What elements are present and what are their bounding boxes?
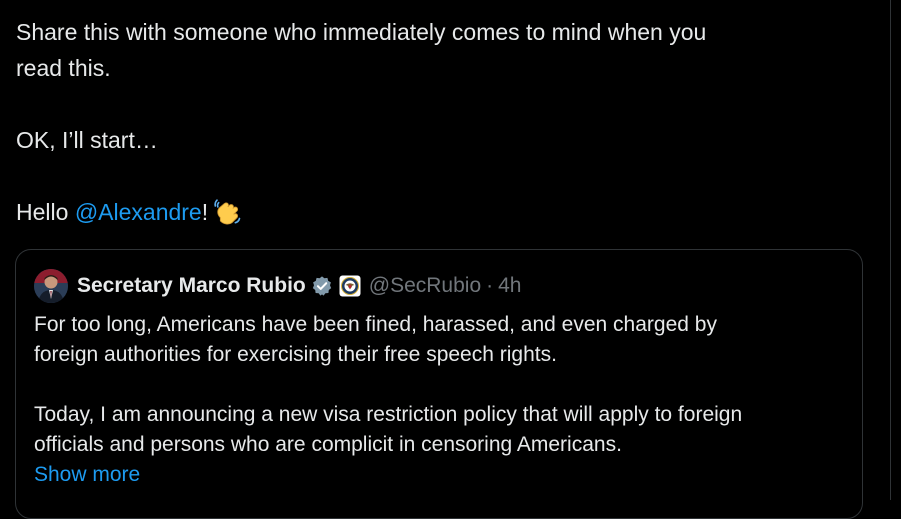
post-line: read this. (16, 55, 111, 81)
post-line: Share this with someone who immediately … (16, 19, 707, 45)
avatar[interactable] (34, 269, 68, 303)
mention-link[interactable]: @Alexandre (75, 199, 202, 225)
quote-line: Today, I am announcing a new visa restri… (34, 403, 743, 426)
post-text: Share this with someone who immediately … (16, 14, 876, 230)
show-more-link[interactable]: Show more (34, 460, 844, 490)
quote-line: officials and persons who are complicit … (34, 433, 622, 456)
author-handle[interactable]: @SecRubio (369, 274, 481, 298)
post-timestamp[interactable]: 4h (498, 274, 521, 298)
author-name[interactable]: Secretary Marco Rubio (77, 274, 306, 298)
waving-hand-icon (214, 199, 241, 225)
exclamation-text: ! (201, 199, 209, 225)
separator-dot: · (486, 274, 494, 297)
quoted-post-body: For too long, Americans have been fined,… (34, 310, 844, 490)
post-line: OK, I’ll start… (16, 127, 158, 153)
post-greeting: Hello @Alexandre! (16, 194, 876, 230)
person-avatar-icon (34, 269, 68, 303)
verified-badge-icon[interactable] (311, 275, 333, 297)
greeting-text: Hello (16, 199, 75, 225)
state-department-seal-icon[interactable] (339, 275, 361, 297)
quote-line: For too long, Americans have been fined,… (34, 313, 717, 336)
quote-line: foreign authorities for exercising their… (34, 343, 557, 366)
quoted-post-card[interactable]: Secretary Marco Rubio @SecRubio · 4h For… (15, 249, 863, 519)
quoted-post-header: Secretary Marco Rubio @SecRubio · 4h (34, 268, 521, 304)
timeline-divider (890, 0, 891, 500)
